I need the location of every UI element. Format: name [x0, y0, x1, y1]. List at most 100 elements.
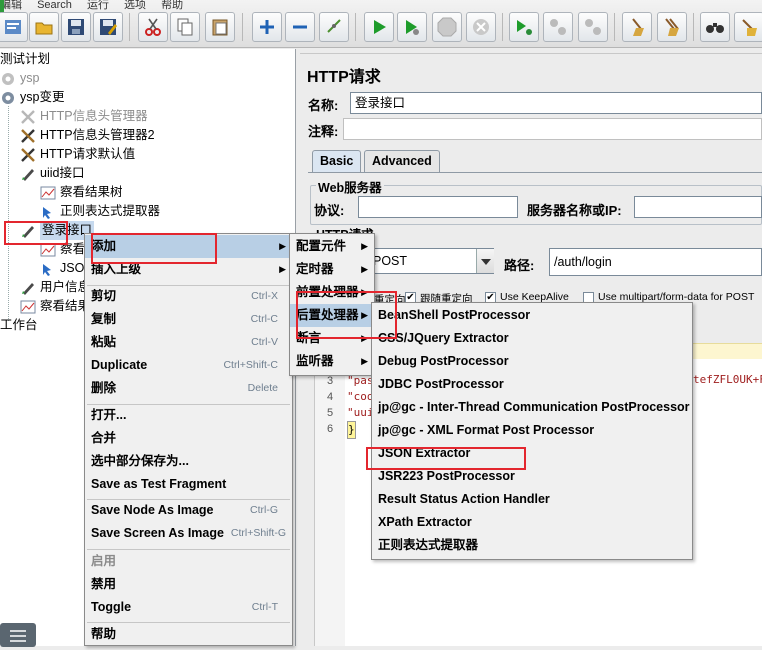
menu-item-open[interactable]: 打开... — [85, 404, 292, 427]
item-jsr223-postprocessor[interactable]: JSR223 PostProcessor — [372, 465, 692, 488]
menu-item-copy[interactable]: 复制 Ctrl-C — [85, 308, 292, 331]
menu-options[interactable]: 选项 — [124, 0, 146, 11]
paste-icon[interactable] — [205, 12, 235, 42]
menu-item-delete[interactable]: 删除 Delete — [85, 377, 292, 400]
clear-all-icon[interactable] — [657, 12, 687, 42]
test-plan-icon[interactable] — [0, 12, 28, 42]
shutdown-icon[interactable] — [466, 12, 496, 42]
menubar: 编辑 Search 运行 选项 帮助 — [0, 0, 195, 11]
server-label: 服务器名称或IP: — [527, 203, 622, 218]
tab-basic[interactable]: Basic — [312, 150, 362, 172]
menu-item-disable[interactable]: 禁用 — [85, 573, 292, 596]
item-beanshell-postprocessor[interactable]: BeanShell PostProcessor — [372, 304, 692, 327]
submenu-post-processor[interactable]: 后置处理器 ▶ — [290, 304, 374, 327]
menu-item-paste[interactable]: 粘贴 Ctrl-V — [85, 331, 292, 354]
menu-item-insert-parent[interactable]: 插入上级 ▶ — [85, 258, 292, 281]
context-menu: 添加 ▶ 插入上级 ▶ 剪切 Ctrl-X 复制 Ctrl-C 粘贴 Ctrl-V Dup… — [84, 233, 293, 646]
menu-search[interactable]: Search — [37, 0, 72, 11]
item-css-jquery-extractor[interactable]: CSS/JQuery Extractor — [372, 327, 692, 350]
arrow-icon — [43, 207, 51, 219]
chart-icon — [40, 243, 56, 257]
submenu-config-element[interactable]: 配置元件 ▶ — [290, 235, 374, 258]
code-line: } — [347, 421, 356, 439]
pen-icon — [22, 169, 34, 181]
server-field[interactable] — [634, 196, 762, 218]
tools-icon — [21, 110, 35, 124]
submenu-listener[interactable]: 监听器 ▶ — [290, 350, 374, 373]
item-result-status-action-handler[interactable]: Result Status Action Handler — [372, 488, 692, 511]
remote-start-icon[interactable] — [509, 12, 539, 42]
menu-item-merge[interactable]: 合并 — [85, 427, 292, 450]
submenu-assertion[interactable]: 断言 ▶ — [290, 327, 374, 350]
toolbar: 编辑 Search 运行 选项 帮助 — [0, 0, 762, 48]
pen-icon — [22, 283, 34, 295]
arrow-icon — [43, 264, 51, 276]
submenu-timer[interactable]: 定时器 ▶ — [290, 258, 374, 281]
menu-run[interactable]: 运行 — [87, 0, 109, 11]
menu-item-add[interactable]: 添加 ▶ — [85, 235, 292, 258]
remote-shutdown-icon[interactable] — [578, 12, 608, 42]
item-xml-format-post-processor[interactable]: jp@gc - XML Format Post Processor — [372, 419, 692, 442]
menu-item-enable: 启用 — [91, 554, 117, 568]
tools-icon — [21, 148, 35, 162]
item-inter-thread-communication[interactable]: jp@gc - Inter-Thread Communication PostP… — [372, 396, 692, 419]
cut-icon[interactable] — [138, 12, 168, 42]
tab-advanced[interactable]: Advanced — [364, 150, 440, 172]
line-number: 5 — [327, 407, 334, 419]
menu-help[interactable]: 帮助 — [161, 0, 183, 11]
line-number: 6 — [327, 423, 334, 435]
menu-item-save-selection[interactable]: 选中部分保存为... — [85, 450, 292, 473]
comment-field[interactable] — [343, 118, 762, 140]
chevron-down-icon[interactable] — [476, 249, 494, 273]
start-icon[interactable] — [364, 12, 394, 42]
expand-icon[interactable] — [252, 12, 282, 42]
submenu-pre-processor[interactable]: 前置处理器 ▶ — [290, 281, 374, 304]
menu-item-toggle[interactable]: Toggle Ctrl-T — [85, 596, 292, 619]
menu-item-help[interactable]: 帮助 — [85, 623, 292, 646]
search-icon[interactable] — [700, 12, 730, 42]
web-server-legend: Web服务器 — [316, 177, 384, 196]
panel-title: HTTP请求 — [307, 69, 381, 86]
code-tail: tefZFL0UK+F — [693, 373, 762, 386]
copy-icon[interactable] — [170, 12, 200, 42]
line-number: 4 — [327, 391, 334, 403]
code-line: "coo — [347, 390, 374, 403]
list-icon[interactable] — [0, 623, 36, 647]
name-field[interactable]: 登录接口 — [350, 92, 762, 114]
menu-item-save-screen-image[interactable]: Save Screen As Image Ctrl+Shift-G — [85, 522, 292, 545]
start-no-pause-icon[interactable] — [397, 12, 427, 42]
stop-icon[interactable] — [432, 12, 462, 42]
item-regex-extractor[interactable]: 正则表达式提取器 — [372, 534, 692, 557]
item-jdbc-postprocessor[interactable]: JDBC PostProcessor — [372, 373, 692, 396]
comment-label: 注释: — [308, 124, 339, 139]
post-processor-submenu: BeanShell PostProcessor CSS/JQuery Extra… — [371, 302, 693, 560]
pen-icon — [22, 226, 34, 238]
gear-icon — [2, 73, 14, 85]
toggle-icon[interactable] — [319, 12, 349, 42]
gear-icon — [2, 92, 14, 104]
remote-stop-icon[interactable] — [543, 12, 573, 42]
chart-icon — [20, 300, 36, 314]
save-as-icon[interactable] — [93, 12, 123, 42]
open-icon[interactable] — [29, 12, 59, 42]
add-submenu: 配置元件 ▶ 定时器 ▶ 前置处理器 ▶ 后置处理器 ▶ 断言 ▶ 监听器 ▶ — [289, 233, 375, 376]
path-label: 路径: — [504, 258, 535, 273]
chart-icon — [40, 186, 56, 200]
clear-icon[interactable] — [622, 12, 652, 42]
path-field[interactable]: /auth/login — [549, 248, 762, 276]
code-line: "uui — [347, 406, 374, 419]
menu-item-save-fragment[interactable]: Save as Test Fragment — [85, 473, 292, 496]
collapse-icon[interactable] — [285, 12, 315, 42]
save-icon[interactable] — [61, 12, 91, 42]
reset-search-icon[interactable] — [734, 12, 762, 42]
menu-item-cut[interactable]: 剪切 Ctrl-X — [85, 285, 292, 308]
tools-icon — [21, 129, 35, 143]
name-label: 名称: — [308, 98, 339, 113]
item-json-extractor[interactable]: JSON Extractor — [372, 442, 692, 465]
item-debug-postprocessor[interactable]: Debug PostProcessor — [372, 350, 692, 373]
menu-item-save-node-image[interactable]: Save Node As Image Ctrl-G — [85, 499, 292, 522]
protocol-field[interactable] — [358, 196, 518, 218]
item-xpath-extractor[interactable]: XPath Extractor — [372, 511, 692, 534]
protocol-label: 协议: — [314, 203, 345, 218]
menu-item-duplicate[interactable]: Duplicate Ctrl+Shift-C — [85, 354, 292, 377]
